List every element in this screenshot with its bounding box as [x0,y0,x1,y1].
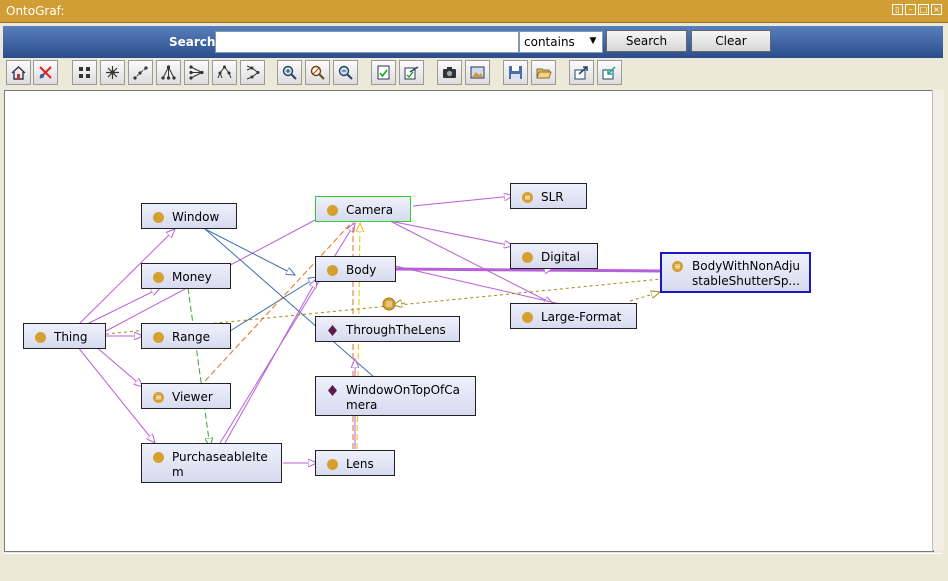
search-input[interactable] [215,31,519,53]
node-slr[interactable]: SLR [510,183,587,209]
node-body[interactable]: Body [315,256,396,282]
class-icon [35,332,46,343]
node-throughthelens[interactable]: ThroughTheLens [315,316,460,342]
maximize-icon[interactable]: □ [918,4,929,15]
window-title: OntoGraf: [6,4,65,18]
node-viewer[interactable]: Viewer [141,383,231,409]
node-digital[interactable]: Digital [510,243,598,269]
search-mode-select[interactable]: contains ▼ [519,31,603,53]
title-bar: OntoGraf: ▯ – □ × [0,0,948,23]
node-lens[interactable]: Lens [315,450,395,476]
edge-body-largeformat [394,265,561,305]
zoom-reset-icon[interactable] [305,60,330,85]
zoom-in-icon[interactable] [277,60,302,85]
individual-icon [328,325,337,336]
edge-viewer-camera [204,218,356,382]
class-icon [327,205,338,216]
save-icon[interactable] [503,60,528,85]
spring-layout-icon[interactable] [100,60,125,85]
edge-body-bodywithnonadj [394,267,662,273]
import-icon[interactable] [597,60,622,85]
class-icon [153,212,164,223]
zoom-out-icon[interactable] [333,60,358,85]
vertical-scrollbar[interactable] [932,90,944,550]
edge-camera-digital [389,220,513,246]
node-range[interactable]: Range [141,323,231,349]
node-windowontopofcamera[interactable]: WindowOnTopOfCa mera [315,376,476,416]
chevron-down-icon: ▼ [589,36,597,46]
search-label: Search: [169,35,221,49]
window-controls: ▯ – □ × [892,4,942,15]
class-icon [522,312,533,323]
class-icon [327,265,338,276]
node-bodywithnonadjustableshutterspeed[interactable]: BodyWithNonAdju stableShutterSp... [660,252,811,293]
individual-icon [328,385,337,396]
export-icon[interactable] [569,60,594,85]
edge-largeformat-bodywithnonadj [629,292,660,302]
class-icon [153,272,164,283]
minimize-icon[interactable]: – [905,4,916,15]
restore-icon[interactable]: ▯ [892,4,903,15]
edge-thing-viewer [94,345,143,387]
vertical-tree-icon[interactable] [212,60,237,85]
camera-icon[interactable] [437,60,462,85]
node-purchaseableitem[interactable]: PurchaseableIte m [141,443,282,483]
class-icon [327,459,338,470]
status-bar [4,553,942,578]
node-thing[interactable]: Thing [23,323,106,349]
class-icon [522,252,533,263]
tree-layout-down-icon[interactable] [156,60,181,85]
tree-layout-left-icon[interactable] [184,60,209,85]
edge-purchaseable-body [224,279,317,444]
remove-icon[interactable] [33,60,58,85]
toolbar [3,60,943,88]
class-icon [153,452,164,463]
search-button[interactable]: Search [606,30,687,52]
home-icon[interactable] [6,60,31,85]
graph-canvas[interactable]: Thing Window Money Range Viewer Purchase… [4,90,934,552]
filter-arcs-icon[interactable] [399,60,424,85]
image-icon[interactable] [465,60,490,85]
grid-layout-icon[interactable] [72,60,97,85]
edge-camera-slr [412,196,513,207]
edge-window-throughthelens [204,228,376,379]
node-largeformat[interactable]: Large-Format [510,303,637,329]
defined-class-icon [153,392,164,403]
class-icon [153,332,164,343]
search-bar: Search: contains ▼ Search Clear [3,26,943,58]
defined-class-icon [672,261,683,272]
horizontal-tree-icon[interactable] [240,60,265,85]
defined-class-icon [522,192,533,203]
equivalence-marker-icon [382,297,396,311]
node-camera[interactable]: Camera [315,196,411,222]
node-money[interactable]: Money [141,263,231,289]
search-mode-value: contains [524,35,575,49]
open-icon[interactable] [531,60,556,85]
node-window[interactable]: Window [141,203,237,229]
close-icon[interactable]: × [931,4,942,15]
edge-range-body [229,277,317,332]
edge-money-viewer [187,287,210,447]
filter-nodes-icon[interactable] [371,60,396,85]
clear-button[interactable]: Clear [691,30,771,52]
edge-thing-money [82,288,160,327]
radial-layout-icon[interactable] [128,60,153,85]
